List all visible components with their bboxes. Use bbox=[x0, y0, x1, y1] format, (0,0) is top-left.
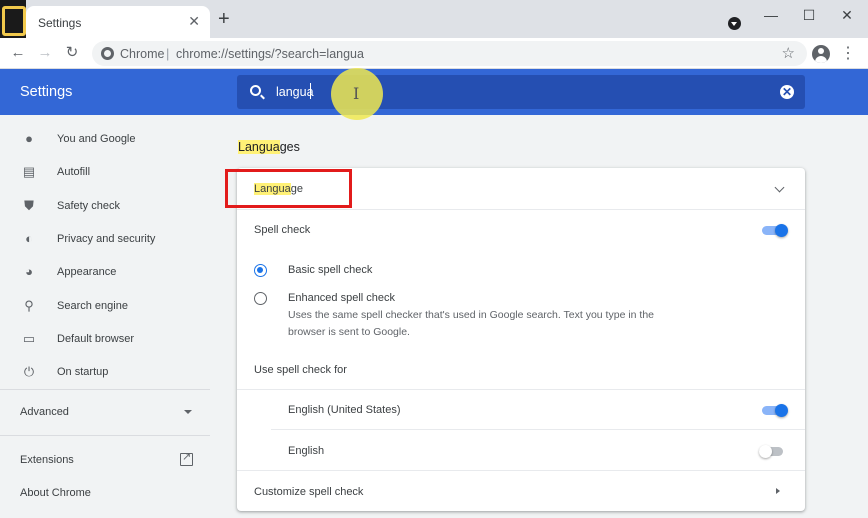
languages-card: Language Spell check Basic spell check E… bbox=[237, 168, 805, 511]
person-icon: ● bbox=[25, 131, 33, 146]
open-external-icon[interactable] bbox=[180, 450, 193, 466]
sidebar-item-label: Safety check bbox=[57, 200, 120, 212]
tab-search-icon[interactable] bbox=[728, 17, 741, 30]
basic-spell-check-label[interactable]: Basic spell check bbox=[288, 264, 372, 276]
sidebar-item-you-and-google[interactable]: ● You and Google bbox=[0, 123, 210, 156]
sidebar-extensions[interactable]: Extensions bbox=[20, 454, 74, 466]
enhanced-description-line-1: Uses the same spell checker that's used … bbox=[288, 309, 655, 321]
sidebar-item-on-startup[interactable]: ⏻ On startup bbox=[0, 356, 210, 389]
browser-icon: ▭ bbox=[22, 331, 36, 346]
address-bar[interactable]: Chrome | chrome://settings/?search=langu… bbox=[92, 41, 807, 66]
profile-avatar-icon[interactable] bbox=[812, 45, 830, 63]
search-icon bbox=[250, 85, 261, 96]
use-spell-check-for-label: Use spell check for bbox=[254, 364, 347, 376]
card-divider bbox=[271, 429, 805, 430]
window-close-button[interactable]: ✕ bbox=[832, 6, 862, 26]
card-divider bbox=[237, 389, 805, 390]
section-title-languages: Languages bbox=[238, 140, 300, 154]
sidebar-item-label: Autofill bbox=[57, 166, 91, 178]
power-icon: ⏻ bbox=[23, 364, 35, 379]
sidebar-item-search-engine[interactable]: ⚲ Search engine bbox=[0, 290, 210, 323]
settings-sidebar: ● You and Google ▤ Autofill ⛊ Safety che… bbox=[0, 115, 210, 518]
customize-spell-check-label: Customize spell check bbox=[254, 486, 364, 498]
sidebar-divider bbox=[0, 435, 210, 436]
toggle-knob bbox=[759, 445, 772, 458]
settings-header: Settings langua ✕ bbox=[0, 69, 868, 115]
forward-button[interactable]: → bbox=[36, 44, 54, 62]
toggle-knob bbox=[775, 224, 788, 237]
language-english-label: English bbox=[288, 445, 325, 457]
section-title-rest: ges bbox=[279, 140, 300, 154]
sidebar-about-chrome[interactable]: About Chrome bbox=[20, 487, 91, 499]
clear-search-icon[interactable]: ✕ bbox=[780, 85, 794, 99]
new-tab-button[interactable]: + bbox=[218, 9, 230, 29]
sidebar-item-appearance[interactable]: ◕ Appearance bbox=[0, 256, 210, 289]
tab-settings[interactable]: Settings ✕ bbox=[26, 6, 210, 38]
spell-check-label: Spell check bbox=[254, 224, 311, 236]
sidebar-advanced[interactable]: Advanced bbox=[20, 406, 69, 418]
text-cursor-icon: I bbox=[353, 84, 360, 103]
sidebar-divider bbox=[0, 389, 210, 390]
sidebar-item-label: On startup bbox=[57, 366, 109, 378]
annotation-highlight-box bbox=[225, 169, 352, 208]
search-value[interactable]: langua bbox=[276, 85, 314, 99]
sidebar-item-label: Search engine bbox=[57, 300, 128, 312]
card-divider bbox=[237, 209, 805, 210]
sidebar-item-label: Privacy and security bbox=[57, 233, 156, 245]
sidebar-item-safety-check[interactable]: ⛊ Safety check bbox=[0, 190, 210, 223]
omnibox-site-label: Chrome bbox=[120, 47, 165, 61]
english-us-toggle[interactable] bbox=[762, 404, 788, 417]
chevron-down-icon[interactable] bbox=[184, 410, 192, 414]
overlay-logo bbox=[0, 0, 26, 38]
back-button[interactable]: ← bbox=[9, 44, 27, 62]
browser-toolbar: ← → ↻ Chrome | chrome://settings/?search… bbox=[0, 38, 868, 69]
basic-spell-check-radio[interactable] bbox=[254, 264, 267, 277]
sidebar-item-label: Default browser bbox=[57, 333, 135, 345]
customize-spell-check-row[interactable]: Customize spell check bbox=[237, 471, 805, 511]
enhanced-spell-check-radio[interactable] bbox=[254, 292, 267, 305]
chevron-down-icon[interactable] bbox=[774, 182, 785, 193]
omnibox-url[interactable]: chrome://settings/?search=langua bbox=[176, 47, 364, 61]
sidebar-item-label: Appearance bbox=[57, 266, 117, 278]
language-english-us-label: English (United States) bbox=[288, 404, 401, 416]
maximize-button[interactable]: ☐ bbox=[794, 6, 824, 26]
tab-strip: Settings ✕ + — ☐ ✕ bbox=[0, 0, 868, 38]
sidebar-item-default-browser[interactable]: ▭ Default browser bbox=[0, 323, 210, 356]
search-icon: ⚲ bbox=[24, 298, 34, 313]
omnibox-separator: | bbox=[166, 46, 170, 61]
shield-check-icon: ⛊ bbox=[24, 198, 34, 213]
clipboard-icon: ▤ bbox=[22, 164, 36, 179]
sidebar-item-privacy[interactable]: ◐ Privacy and security bbox=[0, 223, 210, 256]
search-highlight: Langua bbox=[238, 140, 280, 154]
sidebar-item-autofill[interactable]: ▤ Autofill bbox=[0, 156, 210, 189]
minimize-button[interactable]: — bbox=[756, 6, 786, 26]
tab-title: Settings bbox=[38, 16, 82, 30]
bookmark-star-icon[interactable]: ☆ bbox=[782, 44, 795, 62]
chrome-icon bbox=[101, 47, 114, 60]
english-toggle[interactable] bbox=[759, 445, 785, 458]
text-caret bbox=[310, 83, 311, 99]
sidebar-item-label: You and Google bbox=[57, 133, 136, 145]
reload-button[interactable]: ↻ bbox=[63, 44, 81, 62]
toggle-knob bbox=[775, 404, 788, 417]
chevron-right-icon bbox=[776, 488, 780, 494]
enhanced-spell-check-label[interactable]: Enhanced spell check bbox=[288, 292, 395, 304]
spell-check-toggle[interactable] bbox=[762, 224, 788, 237]
enhanced-description-line-2: browser is sent to Google. bbox=[288, 326, 410, 338]
page-title: Settings bbox=[20, 84, 73, 100]
settings-search-input[interactable]: langua ✕ bbox=[237, 75, 805, 109]
palette-icon: ◕ bbox=[25, 264, 33, 279]
shield-icon: ◐ bbox=[25, 231, 33, 246]
tab-close-icon[interactable]: ✕ bbox=[188, 14, 200, 28]
browser-menu-icon[interactable]: ⋮ bbox=[840, 44, 856, 64]
